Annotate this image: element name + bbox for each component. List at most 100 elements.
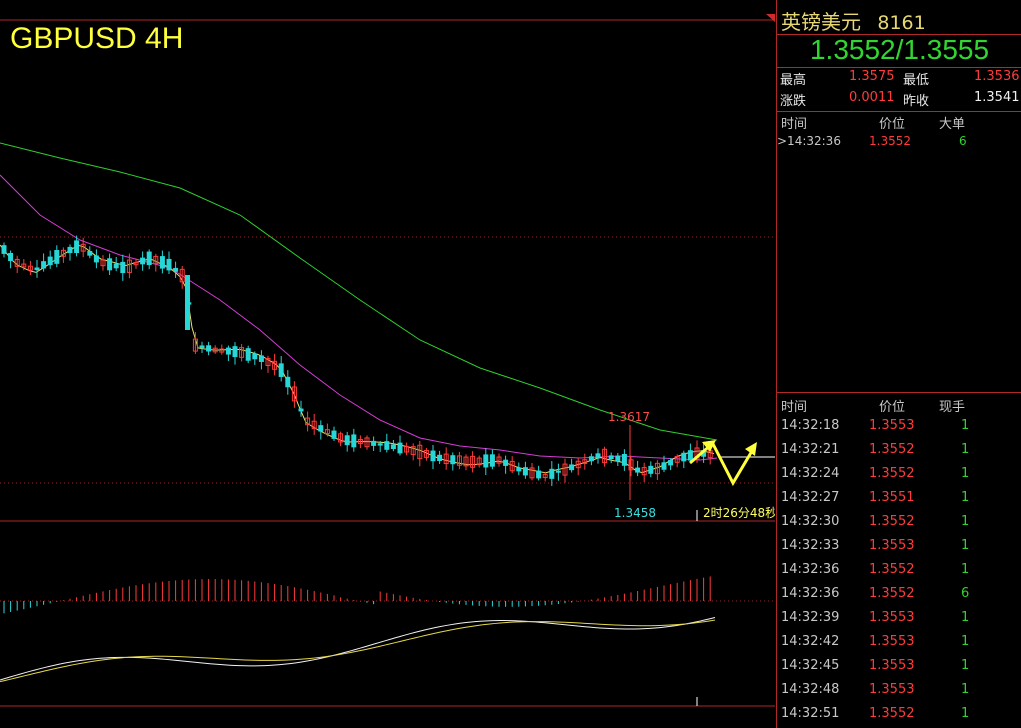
candle-body [140,257,146,265]
candle-body [298,408,304,412]
tick-price: 1.3553 [869,634,915,649]
chart-grid [0,19,775,707]
candle-body [173,267,179,272]
tick-qty: 1 [961,562,970,577]
candle-body [377,443,383,446]
tick-qty: 1 [961,514,970,529]
candle-body [67,246,73,254]
tick-price: 1.3552 [869,514,915,529]
tick-row: 14:32:36 1.3552 6 [781,582,1021,606]
tick-row: 14:32:27 1.3551 1 [781,486,1021,510]
tick-time: 14:32:18 [781,418,840,433]
candle-body [687,450,693,461]
macd-dea-line [0,619,716,683]
candle-body [371,440,377,446]
candle-body [8,252,14,262]
candle-body [344,435,350,446]
tick-time: 14:32:27 [781,490,840,505]
candle-body [206,345,212,352]
tick-qty: 1 [961,610,970,625]
tick-time: 14:32:39 [781,610,840,625]
tick-row: 14:32:33 1.3553 1 [781,534,1021,558]
prev-close-value: 1.3541 [974,90,1020,105]
candle-body [681,452,687,462]
tick-row: 14:32:42 1.3553 1 [781,630,1021,654]
candle-body [522,467,528,476]
big-order-price: 1.3552 [869,134,911,148]
tick-time: 14:32:36 [781,562,840,577]
bid-ask-price: 1.3552/1.3555 [809,34,990,65]
candle-body [278,363,284,377]
tick-qty: 1 [961,658,970,673]
tick-qty: 1 [961,682,970,697]
candle-body [430,450,436,462]
tick-row: 14:32:36 1.3552 1 [781,558,1021,582]
candle-body [285,376,291,388]
candle-body [166,258,172,271]
tick-qty: 6 [961,586,970,601]
candle-body [159,256,165,269]
candle-body [569,464,575,471]
candle-body [113,263,119,269]
candle-body [146,251,152,266]
macd-lines [0,616,716,683]
chart-title: GBPUSD 4H [10,22,184,55]
tick-qty: 1 [961,442,970,457]
candle-body [225,347,231,355]
tick-row: 14:32:51 1.3552 1 [781,702,1021,726]
forecast-arrows [689,440,757,487]
candle-body [483,454,489,468]
tick-qty: 1 [961,490,970,505]
tick-time: 14:32:24 [781,466,840,481]
macd-dif-line [0,616,716,681]
candle-body [47,256,53,266]
big-order-header-time: 时间 [781,117,808,132]
ma-yellow-line [0,244,715,474]
candlestick-chart[interactable]: 1.3617 1.3458 2时26分48秒 [0,0,775,728]
tick-price: 1.3553 [869,538,915,553]
candle-body [450,455,456,465]
candle-body [34,267,40,271]
tick-qty: 1 [961,706,970,721]
tick-qty: 1 [961,538,970,553]
tick-price: 1.3553 [869,658,915,673]
tick-time: 14:32:45 [781,658,840,673]
tick-header-qty: 现手 [939,400,966,415]
candle-body [93,255,99,263]
tick-price: 1.3552 [869,562,915,577]
tick-price: 1.3553 [869,682,915,697]
tick-price: 1.3553 [869,418,915,433]
low-value: 1.3536 [974,69,1020,84]
candle-body [668,459,674,466]
bar-countdown: 2时26分48秒 [703,506,775,520]
tick-row: 14:32:45 1.3553 1 [781,654,1021,678]
candle-body [621,453,627,466]
candle-body [258,355,264,362]
candle-body [608,455,614,460]
candle-body [185,275,190,330]
candle-body [232,346,238,358]
low-marker-label: 1.3458 [614,506,656,520]
tick-time: 14:32:21 [781,442,840,457]
instrument-code: 8161 [877,12,926,34]
tick-qty: 1 [961,418,970,433]
candle-body [397,442,403,454]
candle-body [390,444,396,450]
candle-body [437,454,443,461]
candle-body [615,455,621,462]
candle-body [595,453,601,459]
candle-body [536,470,542,479]
candle-body [503,459,509,466]
big-order-header-qty: 大单 [939,117,966,132]
tick-time: 14:32:36 [781,586,840,601]
candle-body [588,456,594,462]
tick-price: 1.3553 [869,610,915,625]
candle-body [1,245,7,254]
high-label: 最高 [780,73,807,88]
tick-row: 14:32:30 1.3552 1 [781,510,1021,534]
candle-body [120,261,126,274]
candle-body [555,470,561,473]
tick-price: 1.3552 [869,442,915,457]
candle-body [87,250,93,256]
tick-row: 14:32:48 1.3553 1 [781,678,1021,702]
